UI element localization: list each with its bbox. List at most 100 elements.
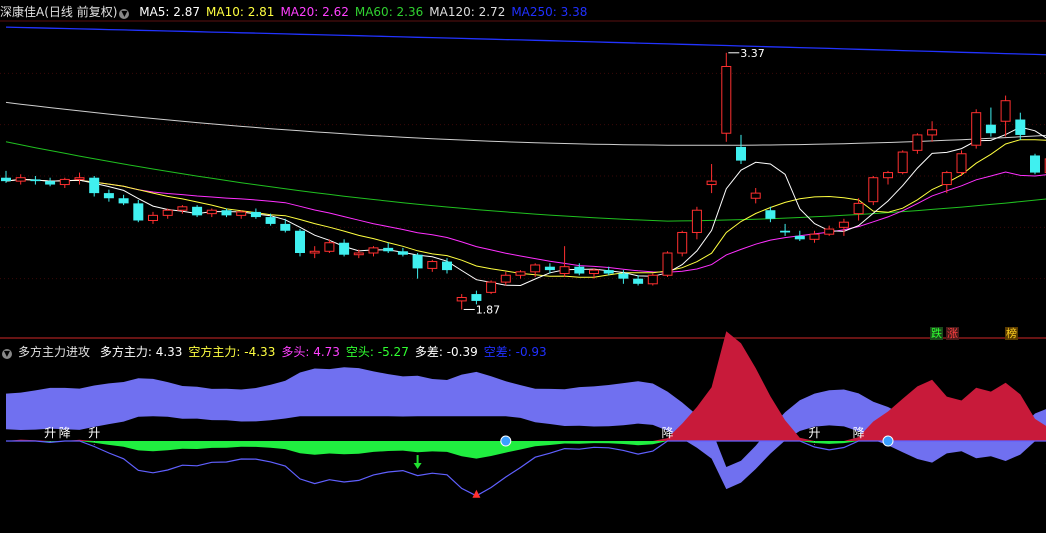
candle-body: [956, 153, 967, 174]
candle-body: [721, 65, 732, 134]
candle-body: [265, 217, 276, 224]
candle-body: [662, 252, 673, 276]
ma-legend-item: MA250: 3.38: [511, 5, 588, 19]
ma-legend-item: MA10: 2.81: [206, 5, 275, 19]
candle-body: [368, 247, 379, 254]
tag-badge: 涨: [946, 327, 959, 340]
chevron-down-icon[interactable]: ▼: [2, 349, 12, 359]
candle-body: [985, 124, 996, 134]
candle-body: [427, 261, 438, 269]
tag-badge: 榜: [1005, 327, 1018, 340]
candle-body: [324, 242, 335, 252]
candle-body: [868, 177, 879, 203]
candle-body: [765, 210, 776, 219]
candle-body: [162, 209, 173, 216]
indicator-legend: 多方主力: 4.33 空方主力: -4.33 多头: 4.73 空头: -5.27 多差…: [100, 345, 553, 359]
candle-body: [353, 252, 364, 256]
indicator-name: 多方主力进攻: [18, 345, 91, 359]
candle-body: [883, 172, 893, 179]
candle-body: [530, 264, 541, 273]
candle-body: [250, 211, 261, 218]
candle-body: [633, 278, 644, 284]
candle-body: [1015, 119, 1026, 135]
candle-body: [677, 231, 688, 254]
candle-body: [74, 177, 85, 180]
down-arrow-icon: [413, 463, 422, 470]
candle-body: [838, 221, 849, 228]
indicator-legend-item: 多方主力: 4.33: [99, 345, 183, 359]
candle-body: [574, 266, 585, 274]
candle-body: [750, 192, 761, 199]
candle-body: [412, 254, 423, 269]
ma-legend-item: MA20: 2.62: [280, 5, 349, 19]
chart-canvas: 3.371.87 升降升降升降: [0, 20, 1046, 498]
candle-body: [941, 172, 952, 186]
candle-body: [103, 193, 114, 199]
low-price-label: 1.87: [476, 303, 501, 316]
candle-body: [706, 180, 717, 186]
signal-label: 升: [88, 426, 100, 440]
candle-body: [691, 209, 702, 233]
candle-body: [45, 181, 56, 185]
candle-body: [927, 129, 938, 136]
candle-body: [1030, 155, 1040, 173]
candle-body: [221, 210, 232, 216]
indicator-legend-item: 空差: -0.93: [483, 345, 547, 359]
chevron-down-icon[interactable]: ▼: [119, 9, 130, 19]
candle-body: [133, 203, 144, 221]
candle-body: [471, 294, 482, 301]
stock-title: 深康佳A: [0, 5, 45, 19]
buy-point-icon: [882, 435, 894, 447]
candle-body: [89, 177, 100, 194]
chart-stage: 3.37 1.87 升降升降升降 深康佳A(日线 前复权) ▼ MA5: 2.87 M…: [0, 0, 1046, 533]
candle-body: [1000, 100, 1011, 122]
indicator-legend-item: 多差: -0.39: [414, 345, 478, 359]
candle-body: [15, 177, 26, 182]
candle-body: [236, 211, 247, 216]
candle-body: [897, 151, 908, 174]
candle-body: [177, 206, 188, 211]
ma20-line: [5, 171, 1046, 273]
candle-body: [809, 233, 820, 240]
ma-legend-item: MA5: 2.87: [139, 5, 201, 19]
candle-body: [736, 146, 746, 161]
candle-body: [486, 281, 497, 293]
candle-body: [30, 179, 41, 182]
indicator-legend-item: 多头: 4.73: [281, 345, 340, 359]
candle-body: [456, 296, 467, 302]
candle-body: [500, 274, 511, 283]
candle-body: [559, 266, 570, 275]
candle-body: [59, 178, 70, 186]
ma-legend-item: MA60: 2.36: [354, 5, 424, 19]
candle-body: [647, 274, 658, 285]
candle-body: [1, 177, 11, 182]
candle-body: [515, 271, 526, 276]
signal-label: 升: [808, 426, 820, 440]
high-price-label: 3.37: [740, 47, 765, 60]
signal-label: 降: [59, 426, 71, 440]
candle-body: [442, 261, 452, 271]
ma120-line: [5, 101, 1046, 146]
main-chart-header: 深康佳A(日线 前复权) ▼ MA5: 2.87 MA10: 2.81 MA20: 2…: [0, 2, 599, 22]
candle-body: [309, 250, 320, 254]
candle-body: [618, 273, 629, 279]
candle-body: [148, 214, 158, 221]
candle-body: [118, 198, 129, 204]
candle-body: [383, 247, 394, 252]
candle-body: [912, 134, 923, 151]
candle-body: [603, 270, 614, 274]
candle-body: [280, 223, 291, 231]
ma60-line: [5, 141, 1046, 222]
period-label: (日线 前复权): [44, 5, 118, 19]
signal-label: 降: [853, 426, 865, 440]
candle-body: [589, 269, 599, 275]
buy-point-icon: [500, 435, 512, 447]
candle-body: [780, 230, 791, 233]
indicator-legend-item: 空方主力: -4.33: [188, 345, 276, 359]
candle-body: [192, 206, 203, 216]
candle-body: [853, 202, 864, 215]
candle-body: [544, 266, 555, 271]
indicator-legend-item: 空头: -5.27: [345, 345, 409, 359]
ma-legend: MA5: 2.87 MA10: 2.81 MA20: 2.62 MA60: 2.36 M…: [139, 5, 593, 19]
candle-body: [824, 228, 835, 235]
